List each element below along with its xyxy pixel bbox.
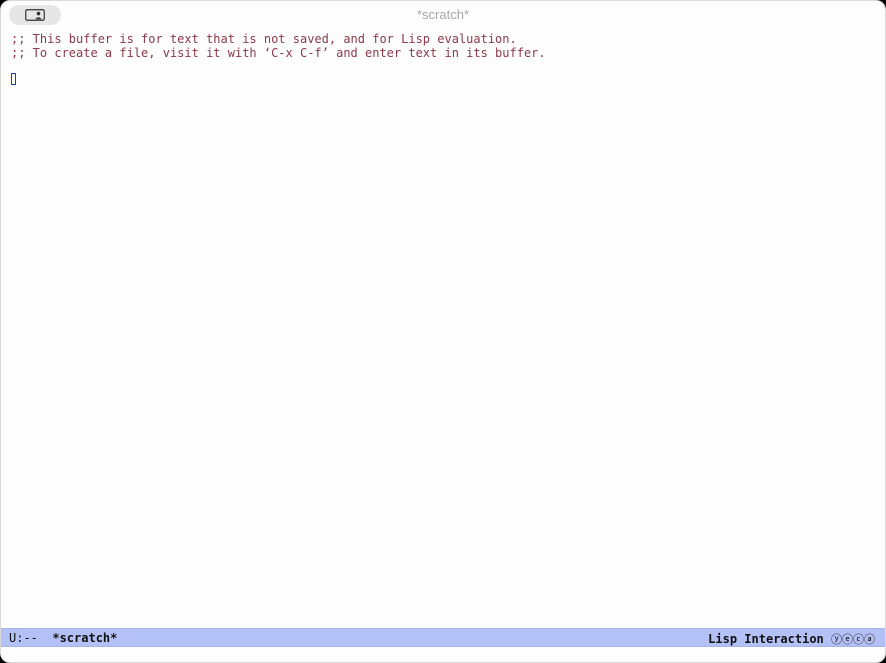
scratch-buffer[interactable]: ;; This buffer is for text that is not s… (1, 29, 885, 627)
major-mode[interactable]: Lisp Interaction (708, 632, 824, 646)
mode-line[interactable]: U:-- *scratch* Lisp Interaction ⓨⓔⓒⓐ (1, 628, 885, 647)
emacs-window: *scratch* ;; This buffer is for text tha… (0, 0, 886, 663)
text-cursor (11, 73, 16, 85)
buffer-line: ;; This buffer is for text that is not s… (11, 32, 517, 46)
mode-line-right: Lisp Interaction ⓨⓔⓒⓐ (708, 631, 875, 647)
echo-area (1, 647, 885, 662)
buffer-line: ;; To create a file, visit it with ‘C-x … (11, 46, 546, 60)
window-title: *scratch* (416, 7, 470, 22)
buffer-status: U:-- (9, 631, 38, 645)
minor-mode-icons[interactable]: ⓨⓔⓒⓐ (831, 633, 875, 646)
title-bar: *scratch* (1, 1, 885, 29)
buffer-name[interactable]: *scratch* (52, 631, 117, 645)
mode-line-left: U:-- *scratch* (9, 631, 117, 645)
